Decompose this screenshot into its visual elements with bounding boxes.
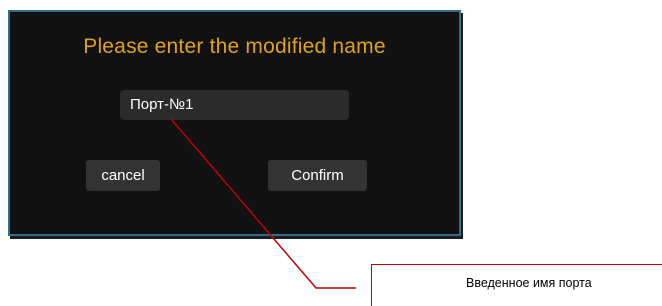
- dialog-title: Please enter the modified name: [83, 35, 386, 58]
- confirm-button[interactable]: Confirm: [268, 160, 367, 191]
- cancel-button[interactable]: cancel: [86, 160, 160, 191]
- port-name-input[interactable]: [120, 90, 349, 120]
- annotation-callout: Введенное имя порта: [371, 264, 662, 306]
- annotation-label: Введенное имя порта: [466, 276, 592, 290]
- rename-dialog: Please enter the modified name cancel Co…: [8, 10, 461, 236]
